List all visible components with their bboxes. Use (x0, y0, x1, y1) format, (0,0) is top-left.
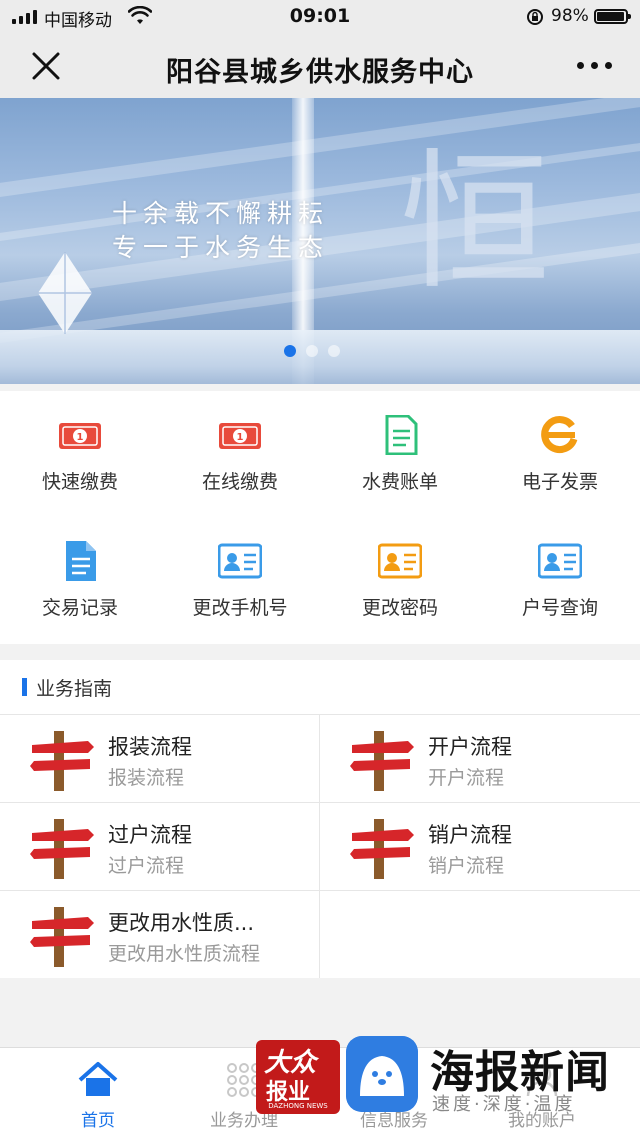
banknote-icon: 1 (219, 423, 261, 449)
service-label: 交易记录 (41, 597, 118, 619)
carousel-dot[interactable] (306, 345, 318, 357)
guide-item-title: 报装流程 (108, 735, 192, 759)
carousel-dot[interactable] (284, 345, 296, 357)
more-menu-icon[interactable] (572, 58, 616, 72)
haibao-news-tagline: 速度·深度·温度 (432, 1094, 576, 1115)
service-label: 快速缴费 (41, 471, 118, 493)
tab-label: 首页 (81, 1111, 115, 1131)
battery-percent: 98% (551, 6, 589, 26)
guide-item-installation[interactable]: 报装流程 报装流程 (0, 714, 320, 802)
guide-item-subtitle: 销户流程 (428, 855, 505, 877)
service-transactions[interactable]: 交易记录 (0, 517, 160, 643)
service-account-lookup[interactable]: 户号查询 (480, 517, 640, 643)
home-icon (78, 1062, 118, 1096)
svg-text:1: 1 (77, 432, 84, 443)
service-label: 更改手机号 (192, 597, 288, 619)
service-online-pay[interactable]: 1 在线缴费 (160, 391, 320, 517)
id-card-icon (538, 543, 582, 579)
signpost-icon (30, 731, 94, 791)
guide-item-open-account[interactable]: 开户流程 开户流程 (320, 714, 640, 802)
service-change-password[interactable]: 更改密码 (320, 517, 480, 643)
rotation-lock-icon (527, 9, 543, 25)
guide-item-title: 销户流程 (428, 823, 512, 847)
guide-section-title: 业务指南 (36, 678, 113, 700)
guide-item-close-account[interactable]: 销户流程 销户流程 (320, 802, 640, 890)
guide-item-subtitle: 过户流程 (108, 855, 185, 877)
signpost-icon (30, 907, 94, 967)
signpost-icon (350, 819, 414, 879)
signpost-icon (350, 731, 414, 791)
nav-bar: 阳谷县城乡供水服务中心 (0, 34, 640, 98)
id-card-icon (218, 543, 262, 579)
service-grid: 1 快速缴费 1 在线缴费 水费账单 电子发票 交易记录 更改手机号 更改密码 … (0, 391, 640, 644)
service-label: 电子发票 (521, 471, 598, 493)
page-title: 阳谷县城乡供水服务中心 (166, 57, 474, 88)
service-label: 更改密码 (361, 597, 438, 619)
guide-item-title: 过户流程 (108, 823, 192, 847)
guide-item-empty (320, 890, 640, 978)
carousel-dot[interactable] (328, 345, 340, 357)
dazhong-news-logo: 大众 报业 DAZHONG NEWS (256, 1040, 340, 1114)
guide-section-header: 业务指南 (0, 660, 640, 714)
file-icon (66, 541, 96, 581)
carousel-indicator[interactable] (284, 345, 340, 357)
banner-slogan-line1: 十余载不懈耕耘 (112, 199, 330, 228)
guide-list: 报装流程 报装流程 开户流程 开户流程 过户流程 过户流程 销户流程 销户流程 … (0, 714, 640, 978)
service-water-bill[interactable]: 水费账单 (320, 391, 480, 517)
section-accent-bar (22, 678, 27, 696)
battery-icon (594, 9, 631, 24)
document-icon (385, 415, 418, 455)
guide-item-transfer[interactable]: 过户流程 过户流程 (0, 802, 320, 890)
service-label: 水费账单 (361, 471, 438, 493)
banknote-icon: 1 (59, 423, 101, 449)
service-quick-pay[interactable]: 1 快速缴费 (0, 391, 160, 517)
status-bar: 中国移动 09:01 98% (0, 0, 640, 34)
svg-text:1: 1 (237, 432, 244, 443)
diamond-logo-icon (38, 252, 92, 334)
service-label: 户号查询 (521, 597, 598, 619)
guide-item-subtitle: 开户流程 (428, 767, 505, 789)
guide-item-change-water-type[interactable]: 更改用水性质... 更改用水性质流程 (0, 890, 320, 978)
service-label: 在线缴费 (201, 471, 278, 493)
guide-item-subtitle: 报装流程 (108, 767, 185, 789)
banner-calligraphy: 恒 (400, 136, 551, 310)
id-card-icon (378, 543, 422, 579)
guide-item-title: 更改用水性质... (108, 911, 255, 935)
banner-slogan-line2: 专一于水务生态 (112, 233, 330, 262)
tab-home[interactable]: 首页 (18, 1048, 178, 1137)
clock: 09:01 (289, 5, 351, 27)
guide-item-title: 开户流程 (428, 735, 512, 759)
signpost-icon (30, 819, 94, 879)
service-e-invoice[interactable]: 电子发票 (480, 391, 640, 517)
guide-item-subtitle: 更改用水性质流程 (108, 943, 261, 965)
seal-logo-icon (346, 1036, 418, 1112)
browser-e-icon (541, 416, 578, 454)
service-change-phone[interactable]: 更改手机号 (160, 517, 320, 643)
ice-image (0, 330, 640, 384)
